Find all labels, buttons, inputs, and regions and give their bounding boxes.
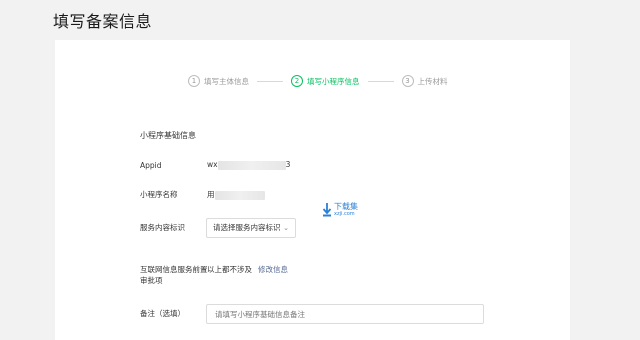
step-2: 2 填写小程序信息: [291, 75, 360, 87]
name-prefix: 用: [207, 190, 215, 199]
approval-value: 以上都不涉及 修改信息: [207, 264, 288, 275]
watermark-sub: xzji.com: [334, 211, 355, 217]
progress-stepper: 1 填写主体信息 2 填写小程序信息 3 上传材料: [188, 74, 448, 88]
step-connector: [367, 80, 394, 82]
step-label: 上传材料: [417, 76, 448, 86]
step-label: 填写主体信息: [204, 76, 249, 86]
service-select[interactable]: 请选择服务内容标识 ⌄: [206, 218, 296, 238]
step-1: 1 填写主体信息: [188, 75, 249, 87]
approval-text: 以上都不涉及: [207, 265, 252, 274]
watermark-text: 下载集: [334, 202, 358, 211]
form-card: 1 填写主体信息 2 填写小程序信息 3 上传材料 小程序基础信息 Appid …: [55, 40, 570, 340]
step-connector: [257, 80, 283, 82]
step-3: 3 上传材料: [401, 75, 448, 87]
appid-suffix: 3: [285, 160, 291, 169]
step-number: 3: [401, 75, 414, 87]
appid-value: wx 3: [207, 160, 290, 170]
redacted-text: [214, 190, 265, 200]
step-label: 填写小程序信息: [307, 76, 360, 86]
redacted-text: [217, 160, 286, 170]
approval-label: 互联网信息服务前置审批项: [140, 265, 208, 285]
section-title: 小程序基础信息: [140, 131, 196, 140]
remark-label: 备注（选填）: [140, 309, 185, 318]
remark-input[interactable]: [206, 304, 484, 324]
chevron-down-icon: ⌄: [283, 224, 289, 232]
download-icon: [322, 203, 332, 217]
step-number: 2: [291, 75, 303, 87]
watermark-logo: 下载集 xzji.com: [322, 203, 358, 217]
step-number: 1: [188, 75, 200, 87]
service-label: 服务内容标识: [140, 223, 185, 232]
page-title: 填写备案信息: [53, 12, 153, 31]
name-label: 小程序名称: [140, 190, 178, 199]
edit-info-link[interactable]: 修改信息: [258, 265, 288, 274]
appid-label: Appid: [140, 161, 162, 170]
service-select-value: 请选择服务内容标识: [213, 223, 281, 232]
appid-prefix: wx: [207, 160, 218, 169]
name-value: 用: [207, 189, 265, 200]
